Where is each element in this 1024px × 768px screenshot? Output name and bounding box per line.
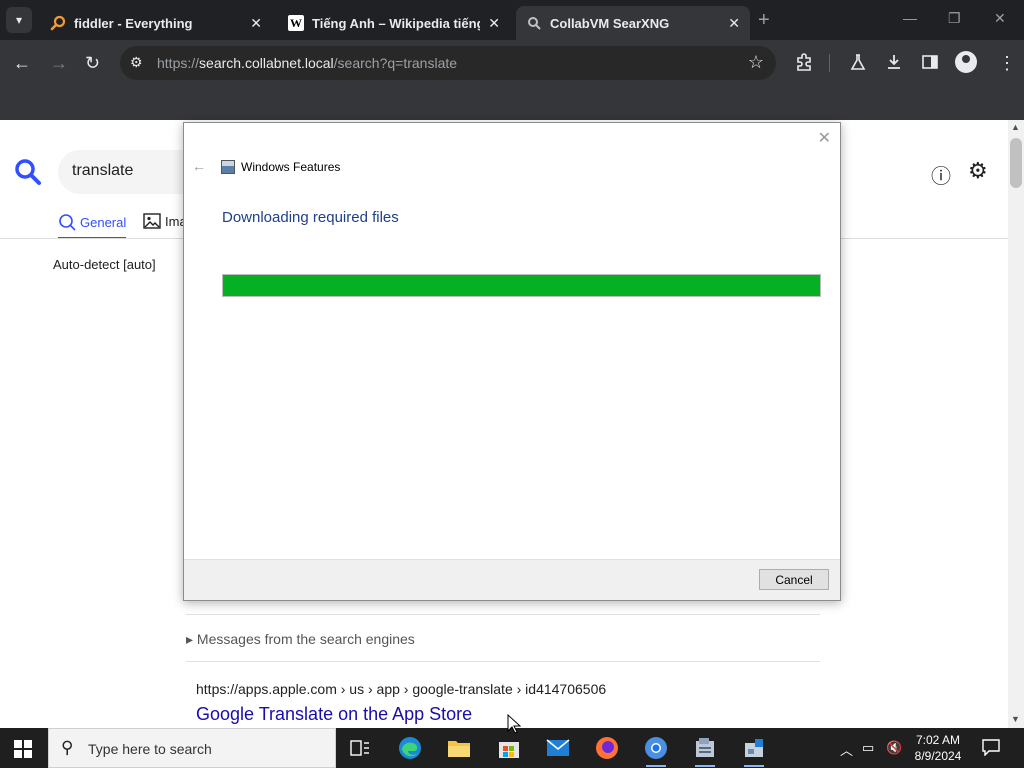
progress-fill: [223, 275, 820, 296]
tab-collabvm-searxng[interactable]: CollabVM SearXNG ✕: [516, 6, 750, 40]
language-select[interactable]: Auto-detect [auto]: [53, 257, 156, 272]
reload-icon[interactable]: ↻: [85, 53, 100, 73]
taskbar-search-box[interactable]: ⚲ Type here to search: [48, 728, 336, 768]
messages-toggle[interactable]: ▸ Messages from the search engines: [186, 631, 415, 648]
windows-features-app-icon: [221, 160, 235, 174]
dialog-footer: Cancel: [184, 559, 840, 600]
tab-close-icon[interactable]: ✕: [728, 15, 740, 32]
scroll-down-arrow-icon[interactable]: ▼: [1011, 714, 1020, 724]
tab-close-icon[interactable]: ✕: [488, 15, 500, 32]
dialog-heading: Downloading required files: [222, 209, 399, 226]
file-explorer-icon[interactable]: [447, 736, 471, 760]
everything-search-icon: [50, 15, 66, 31]
download-icon[interactable]: [885, 53, 903, 75]
profile-avatar-icon[interactable]: [955, 51, 977, 73]
download-progress-bar: [222, 274, 821, 297]
taskbar-search-placeholder: Type here to search: [88, 741, 212, 757]
mouse-cursor-icon: [507, 714, 521, 734]
tab-general-label: General: [80, 214, 127, 230]
window-close-icon[interactable]: ✕: [994, 10, 1006, 27]
bookmark-bar: [0, 86, 1024, 120]
notification-center-icon[interactable]: [982, 738, 1000, 761]
tab-title: CollabVM SearXNG: [550, 15, 670, 31]
minimize-icon[interactable]: —: [903, 10, 917, 26]
search-query-text: translate: [72, 162, 134, 179]
tray-expand-icon[interactable]: ︿: [840, 740, 853, 759]
taskbar-clock[interactable]: 7:02 AM 8/9/2024: [906, 732, 970, 764]
clock-time: 7:02 AM: [915, 733, 961, 747]
forward-arrow-icon[interactable]: →: [50, 53, 68, 73]
task-view-icon[interactable]: [348, 736, 372, 760]
volume-muted-icon[interactable]: 🔇: [886, 740, 902, 756]
network-icon[interactable]: ▭: [862, 740, 874, 756]
chrome-icon[interactable]: [644, 736, 668, 767]
dialog-close-icon[interactable]: ✕: [818, 128, 831, 148]
tab-strip: ▾ fiddler - Everything ✕ W Tiếng Anh – W…: [0, 0, 1024, 40]
tab-images[interactable]: Ima: [143, 213, 187, 229]
clock-date: 8/9/2024: [914, 749, 962, 763]
bookmark-star-icon[interactable]: ☆: [748, 52, 764, 73]
cancel-button[interactable]: Cancel: [759, 569, 829, 590]
dialog-back-arrow-icon[interactable]: ←: [192, 158, 206, 174]
labs-flask-icon[interactable]: [849, 53, 867, 75]
windows-start-icon[interactable]: [14, 740, 32, 758]
messages-toggle-label: Messages from the search engines: [196, 631, 415, 647]
searxng-icon: [526, 15, 542, 31]
page-scrollbar[interactable]: [1008, 120, 1024, 728]
toolbar-divider: [829, 54, 830, 72]
microsoft-store-icon[interactable]: [497, 736, 521, 760]
tab-wikipedia[interactable]: W Tiếng Anh – Wikipedia tiếng V ✕: [278, 6, 510, 40]
tab-close-icon[interactable]: ✕: [250, 15, 262, 32]
side-panel-icon[interactable]: [921, 53, 939, 75]
dialog-title: Windows Features: [241, 160, 341, 174]
windows-taskbar: ⚲ Type here to search ︿ ▭ 🔇 7:02 AM 8/9/…: [0, 728, 1024, 768]
edge-browser-icon[interactable]: [398, 736, 422, 760]
url-text: https://search.collabnet.local/search?q=…: [157, 55, 458, 71]
new-tab-icon[interactable]: +: [758, 9, 770, 32]
extensions-puzzle-icon[interactable]: [795, 53, 813, 75]
tab-title: fiddler - Everything: [74, 15, 193, 31]
firefox-icon[interactable]: [595, 736, 619, 760]
more-menu-icon[interactable]: ⋮: [998, 53, 1016, 73]
tab-search-icon[interactable]: ▾: [6, 7, 32, 33]
results-divider: [186, 614, 820, 615]
address-bar[interactable]: ⚙ https://search.collabnet.local/search?…: [120, 46, 776, 80]
tab-fiddler[interactable]: fiddler - Everything ✕: [40, 6, 272, 40]
info-icon[interactable]: ⓘ: [931, 160, 951, 189]
restore-icon[interactable]: ❐: [948, 10, 961, 27]
results-divider: [186, 661, 820, 662]
settings-gear-icon[interactable]: ⚙: [968, 158, 988, 184]
tab-general[interactable]: General: [58, 213, 127, 239]
search-icon: [59, 214, 76, 231]
windows-features-dialog: ✕ ← Windows Features Downloading require…: [183, 122, 841, 601]
back-arrow-icon[interactable]: ←: [13, 53, 31, 73]
site-info-icon[interactable]: ⚙: [130, 54, 143, 71]
tab-title: Tiếng Anh – Wikipedia tiếng V: [312, 15, 481, 31]
result-title-link[interactable]: Google Translate on the App Store: [196, 704, 472, 725]
mail-icon[interactable]: [546, 736, 570, 760]
scrollbar-thumb[interactable]: [1010, 138, 1022, 188]
result-url: https://apps.apple.com › us › app › goog…: [196, 681, 607, 697]
image-icon: [143, 213, 161, 229]
search-icon: ⚲: [61, 738, 74, 757]
scroll-up-arrow-icon[interactable]: ▲: [1011, 122, 1020, 132]
browser-toolbar: ← → ↻ ⚙ https://search.collabnet.local/s…: [0, 40, 1024, 86]
wikipedia-icon: W: [288, 15, 304, 31]
windows-features-taskbar-icon[interactable]: [693, 736, 717, 767]
control-panel-icon[interactable]: [742, 736, 766, 767]
searxng-logo-icon[interactable]: [14, 158, 42, 186]
